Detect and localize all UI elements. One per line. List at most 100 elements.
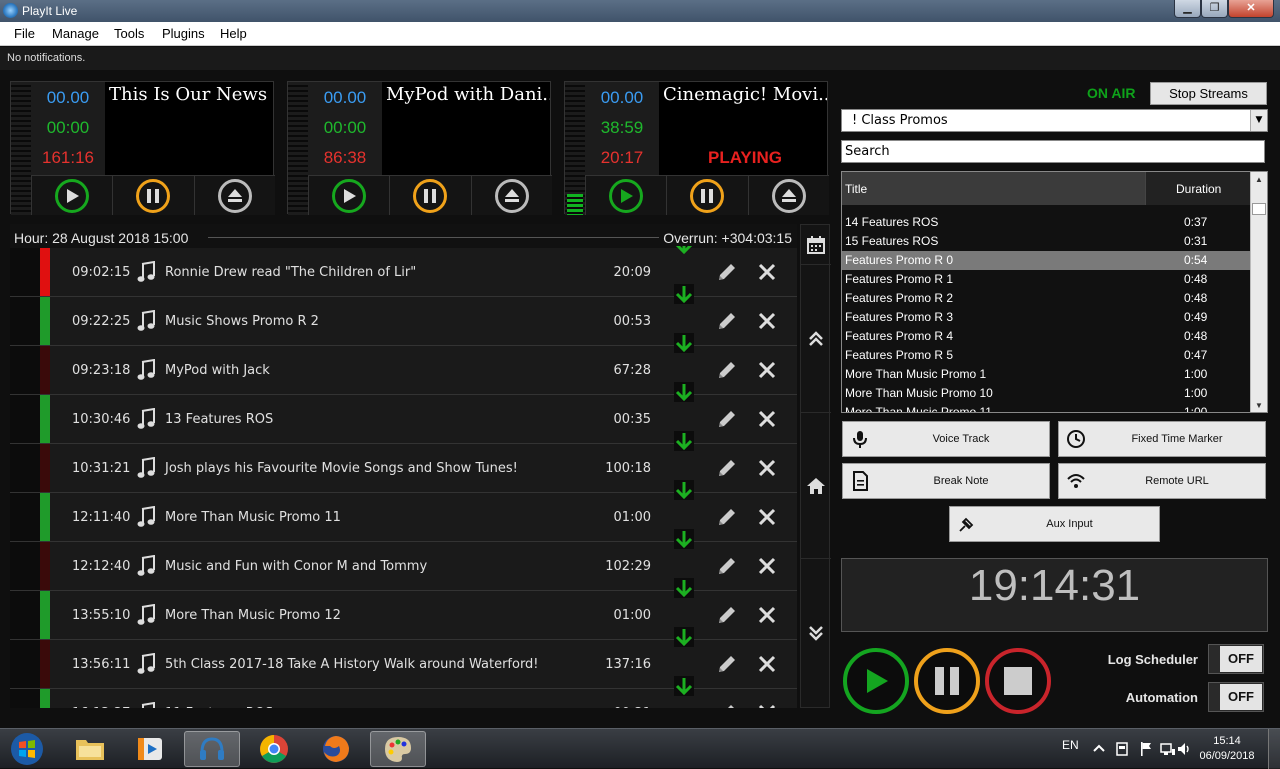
delete-icon[interactable] bbox=[758, 702, 776, 708]
scrollbar-thumb[interactable] bbox=[1252, 203, 1266, 215]
player-play-button[interactable] bbox=[31, 176, 113, 215]
break-note-button[interactable]: Break Note bbox=[842, 463, 1050, 499]
library-row[interactable]: Features Promo R 1 0:48 bbox=[842, 270, 1250, 289]
player-eject-button[interactable] bbox=[470, 176, 552, 215]
tray-device-icon[interactable] bbox=[1114, 741, 1130, 757]
aux-input-button[interactable]: Aux Input bbox=[949, 506, 1160, 542]
library-row[interactable]: More Than Music Promo 1 1:00 bbox=[842, 365, 1250, 384]
maximize-button[interactable]: ❐ bbox=[1201, 0, 1228, 18]
move-down-icon[interactable] bbox=[673, 430, 695, 452]
library-row[interactable]: 15 Features ROS 0:31 bbox=[842, 232, 1250, 251]
start-button[interactable] bbox=[2, 731, 52, 767]
tray-volume-icon[interactable] bbox=[1176, 741, 1192, 757]
master-play-button[interactable] bbox=[843, 648, 909, 714]
library-row[interactable]: Features Promo R 2 0:48 bbox=[842, 289, 1250, 308]
library-row[interactable]: Features Promo R 5 0:47 bbox=[842, 346, 1250, 365]
delete-icon[interactable] bbox=[758, 555, 776, 577]
category-select[interactable]: ! Class Promos ▼ bbox=[841, 109, 1268, 132]
library-scrollbar[interactable]: ▲ ▼ bbox=[1250, 172, 1267, 412]
move-down-icon[interactable] bbox=[673, 528, 695, 550]
delete-icon[interactable] bbox=[758, 310, 776, 332]
delete-icon[interactable] bbox=[758, 653, 776, 675]
fixed-time-marker-button[interactable]: Fixed Time Marker bbox=[1058, 421, 1266, 457]
edit-icon[interactable] bbox=[716, 310, 738, 332]
tray-language[interactable]: EN bbox=[1062, 738, 1079, 752]
move-down-icon[interactable] bbox=[673, 246, 695, 256]
home-button[interactable] bbox=[801, 413, 831, 559]
taskbar-media-player[interactable] bbox=[122, 731, 178, 767]
tray-clock[interactable]: 15:14 06/09/2018 bbox=[1192, 734, 1262, 764]
edit-icon[interactable] bbox=[716, 261, 738, 283]
player-elapsed: 00.00 bbox=[600, 88, 644, 107]
automation-toggle[interactable]: OFF bbox=[1208, 682, 1264, 712]
library-row[interactable]: Features Promo R 3 0:49 bbox=[842, 308, 1250, 327]
menu-help[interactable]: Help bbox=[220, 26, 247, 41]
player-pause-button[interactable] bbox=[389, 176, 471, 215]
master-pause-button[interactable] bbox=[914, 648, 980, 714]
library-row[interactable]: Features Promo R 4 0:48 bbox=[842, 327, 1250, 346]
player-eject-button[interactable] bbox=[747, 176, 829, 215]
menu-manage[interactable]: Manage bbox=[52, 26, 99, 41]
calendar-button[interactable] bbox=[801, 225, 831, 265]
taskbar-chrome[interactable] bbox=[246, 731, 302, 767]
player-pause-button[interactable] bbox=[666, 176, 748, 215]
library-row[interactable]: 14 Features ROS 0:37 bbox=[842, 213, 1250, 232]
edit-icon[interactable] bbox=[716, 359, 738, 381]
scroll-up-button[interactable] bbox=[801, 265, 831, 413]
delete-icon[interactable] bbox=[758, 408, 776, 430]
voice-track-button[interactable]: Voice Track bbox=[842, 421, 1050, 457]
edit-icon[interactable] bbox=[716, 457, 738, 479]
player-play-button[interactable] bbox=[585, 176, 667, 215]
library-col-duration[interactable]: Duration bbox=[1146, 172, 1250, 205]
edit-icon[interactable] bbox=[716, 408, 738, 430]
master-stop-button[interactable] bbox=[985, 648, 1051, 714]
tray-flag-icon[interactable] bbox=[1138, 741, 1154, 757]
show-desktop-button[interactable] bbox=[1268, 729, 1280, 769]
taskbar-playit-live[interactable] bbox=[184, 731, 240, 767]
move-down-icon[interactable] bbox=[673, 283, 695, 305]
library-row[interactable]: Features Promo R 0 0:54 bbox=[842, 251, 1250, 270]
player-play-button[interactable] bbox=[308, 176, 390, 215]
edit-icon[interactable] bbox=[716, 604, 738, 626]
delete-icon[interactable] bbox=[758, 359, 776, 381]
library-col-title[interactable]: Title bbox=[842, 172, 1145, 205]
player-pause-button[interactable] bbox=[112, 176, 194, 215]
log-scheduler-toggle[interactable]: OFF bbox=[1208, 644, 1264, 674]
remote-url-button[interactable]: Remote URL bbox=[1058, 463, 1266, 499]
tray-chevron-up-icon[interactable] bbox=[1092, 742, 1106, 756]
menu-plugins[interactable]: Plugins bbox=[162, 26, 205, 41]
edit-icon[interactable] bbox=[716, 702, 738, 708]
edit-icon[interactable] bbox=[716, 653, 738, 675]
menu-tools[interactable]: Tools bbox=[114, 26, 144, 41]
tray-network-icon[interactable] bbox=[1160, 741, 1176, 757]
delete-icon[interactable] bbox=[758, 457, 776, 479]
scroll-up-arrow-icon[interactable]: ▲ bbox=[1251, 172, 1267, 188]
player-eject-button[interactable] bbox=[193, 176, 275, 215]
move-down-icon[interactable] bbox=[673, 577, 695, 599]
close-button[interactable]: ✕ bbox=[1228, 0, 1274, 18]
search-input[interactable]: Search bbox=[841, 140, 1265, 163]
taskbar-firefox[interactable] bbox=[308, 731, 364, 767]
library-row[interactable]: More Than Music Promo 10 1:00 bbox=[842, 384, 1250, 403]
delete-icon[interactable] bbox=[758, 261, 776, 283]
edit-icon[interactable] bbox=[716, 555, 738, 577]
move-down-icon[interactable] bbox=[673, 626, 695, 648]
taskbar-explorer[interactable] bbox=[62, 731, 118, 767]
taskbar-paint[interactable] bbox=[370, 731, 426, 767]
stop-streams-button[interactable]: Stop Streams bbox=[1150, 82, 1267, 105]
player-elapsed: 00.00 bbox=[46, 88, 90, 107]
move-down-icon[interactable] bbox=[673, 479, 695, 501]
scroll-down-button[interactable] bbox=[801, 559, 831, 707]
menu-file[interactable]: File bbox=[14, 26, 35, 41]
move-down-icon[interactable] bbox=[673, 675, 695, 697]
delete-icon[interactable] bbox=[758, 604, 776, 626]
edit-icon[interactable] bbox=[716, 506, 738, 528]
scroll-down-arrow-icon[interactable]: ▼ bbox=[1251, 398, 1267, 412]
minimize-button[interactable]: ▁ bbox=[1174, 0, 1201, 18]
player-3: 00.00 38:59 20:17 Cinemagic! Movi... PLA… bbox=[564, 81, 829, 215]
library-row[interactable]: More Than Music Promo 11 1:00 bbox=[842, 403, 1250, 412]
move-down-icon[interactable] bbox=[673, 381, 695, 403]
delete-icon[interactable] bbox=[758, 506, 776, 528]
windows-logo-icon bbox=[11, 733, 43, 765]
move-down-icon[interactable] bbox=[673, 332, 695, 354]
